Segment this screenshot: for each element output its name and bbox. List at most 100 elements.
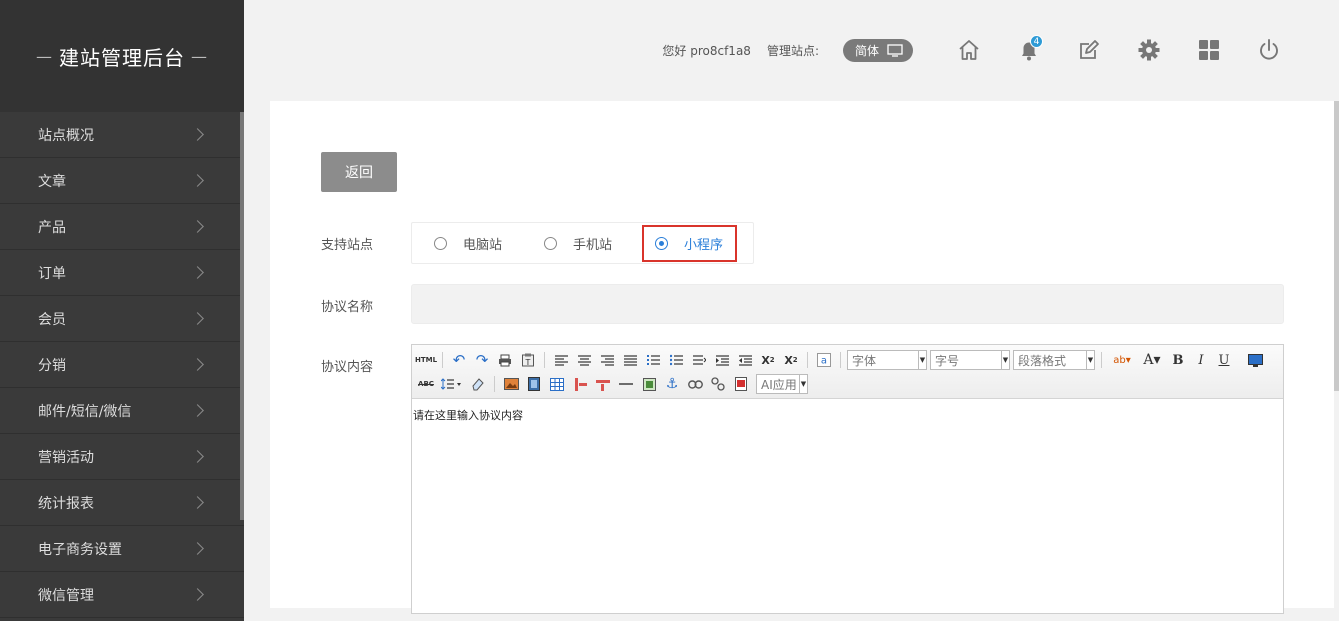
toolbar-separator: [494, 376, 495, 392]
chevron-right-icon: [191, 266, 204, 279]
paragraph-format-select[interactable]: 段落格式 ▼: [1013, 350, 1095, 370]
sidebar-item-overview[interactable]: 站点概况: [0, 112, 244, 158]
notifications-button[interactable]: 4: [999, 30, 1059, 70]
bold-icon[interactable]: B: [1168, 350, 1188, 370]
sidebar-item-label: 营销活动: [38, 449, 94, 466]
undo-icon[interactable]: ↶: [449, 350, 469, 370]
sidebar-item-reports[interactable]: 统计报表: [0, 480, 244, 526]
home-button[interactable]: [939, 30, 999, 70]
brand-text: 建站管理后台: [59, 45, 185, 70]
radio-mini-program[interactable]: 小程序: [642, 224, 738, 262]
anchor-icon[interactable]: ⚓: [662, 374, 682, 394]
agreement-name-label: 协议名称: [321, 300, 374, 315]
toolbar-row-2: ABC ⚓ AI应用 ▼: [416, 372, 1279, 396]
apps-button[interactable]: [1179, 30, 1239, 70]
chevron-right-icon: [191, 588, 204, 601]
ai-app-select[interactable]: AI应用 ▼: [756, 374, 808, 394]
monitor-icon: [887, 43, 903, 57]
radio-label: 电脑站: [463, 237, 503, 253]
combo-label: 段落格式: [1018, 353, 1067, 368]
indent-icon[interactable]: [712, 350, 732, 370]
edit-button[interactable]: [1059, 30, 1119, 70]
sidebar-item-messaging[interactable]: 邮件/短信/微信: [0, 388, 244, 434]
sidebar-item-label: 文章: [38, 173, 66, 190]
link-icon[interactable]: [685, 374, 705, 394]
image-library-icon[interactable]: [639, 374, 659, 394]
toolbar-row-1: HTML ↶ ↷ T X2 X2 a 字体 ▼ 字号 ▼ 段落格式 ▼ ab▾ …: [415, 348, 1279, 372]
unlink-icon[interactable]: [708, 374, 728, 394]
line-height-icon[interactable]: [689, 350, 709, 370]
paste-text-icon[interactable]: T: [518, 350, 538, 370]
align-left-icon[interactable]: [551, 350, 571, 370]
align-center-icon[interactable]: [574, 350, 594, 370]
site-label: 管理站点:: [766, 43, 819, 58]
video-icon[interactable]: [524, 374, 544, 394]
font-size-select[interactable]: 字号 ▼: [930, 350, 1010, 370]
toolbar-separator: [807, 352, 808, 368]
sidebar-item-wechat[interactable]: 微信管理: [0, 572, 244, 618]
highlight-color-icon[interactable]: ab▾: [1108, 350, 1136, 370]
preview-icon[interactable]: [1245, 350, 1265, 370]
unordered-list-icon[interactable]: [666, 350, 686, 370]
logout-button[interactable]: [1239, 30, 1299, 70]
insert-row-icon[interactable]: [570, 374, 590, 394]
table-icon[interactable]: [547, 374, 567, 394]
sidebar-item-orders[interactable]: 订单: [0, 250, 244, 296]
settings-button[interactable]: [1119, 30, 1179, 70]
insert-col-icon[interactable]: [593, 374, 613, 394]
align-justify-icon[interactable]: [620, 350, 640, 370]
font-family-select[interactable]: 字体 ▼: [847, 350, 927, 370]
svg-text:T: T: [525, 358, 531, 367]
subscript-icon[interactable]: X2: [758, 350, 778, 370]
font-color-icon[interactable]: A▾: [1139, 350, 1165, 370]
user-greeting: 您好 pro8cf1a8: [662, 43, 751, 58]
editor-content-area[interactable]: 请在这里输入协议内容: [412, 399, 1283, 431]
toolbar-separator: [442, 352, 443, 368]
redo-icon[interactable]: ↷: [472, 350, 492, 370]
horizontal-rule-icon[interactable]: [616, 374, 636, 394]
chevron-right-icon: [191, 174, 204, 187]
pdf-icon[interactable]: [731, 374, 751, 394]
agreement-name-input[interactable]: [411, 284, 1284, 324]
italic-icon[interactable]: I: [1191, 350, 1211, 370]
site-support-radio-group: 电脑站 手机站 小程序: [411, 222, 754, 264]
print-icon[interactable]: [495, 350, 515, 370]
sidebar-menu: 站点概况 文章 产品 订单 会员 分销 邮件/短信/微信 营销活动 统计报表 电…: [0, 112, 244, 618]
image-icon[interactable]: [501, 374, 521, 394]
sidebar-item-articles[interactable]: 文章: [0, 158, 244, 204]
sidebar-item-label: 微信管理: [38, 587, 94, 604]
radio-mobile-site[interactable]: 手机站: [544, 222, 612, 264]
ordered-list-icon[interactable]: [643, 350, 663, 370]
outdent-icon[interactable]: [735, 350, 755, 370]
html-source-button[interactable]: HTML: [415, 350, 437, 370]
superscript-icon[interactable]: X2: [781, 350, 801, 370]
notification-badge: 4: [1030, 35, 1043, 48]
caret-down-icon: ▼: [1001, 351, 1009, 369]
sidebar-item-marketing[interactable]: 营销活动: [0, 434, 244, 480]
sidebar-scrollbar[interactable]: [240, 112, 244, 520]
radio-pc-site[interactable]: 电脑站: [434, 222, 502, 264]
sidebar-item-label: 电子商务设置: [38, 541, 122, 558]
site-support-label: 支持站点: [321, 238, 374, 253]
sidebar-item-members[interactable]: 会员: [0, 296, 244, 342]
underline-icon[interactable]: U: [1214, 350, 1234, 370]
gear-icon: [1138, 39, 1160, 61]
sidebar-item-ecommerce[interactable]: 电子商务设置: [0, 526, 244, 572]
language-label: 简体: [854, 43, 879, 58]
back-button[interactable]: 返回: [321, 152, 397, 192]
brand-dash-left: —: [36, 46, 53, 66]
sidebar-item-products[interactable]: 产品: [0, 204, 244, 250]
sidebar-item-distribution[interactable]: 分销: [0, 342, 244, 388]
eraser-icon[interactable]: [468, 374, 488, 394]
align-right-icon[interactable]: [597, 350, 617, 370]
rich-text-editor: HTML ↶ ↷ T X2 X2 a 字体 ▼ 字号 ▼ 段落格式 ▼ ab▾ …: [411, 344, 1284, 614]
sidebar: — 建站管理后台 — 站点概况 文章 产品 订单 会员 分销 邮件/短信/微信 …: [0, 0, 244, 621]
language-switch-button[interactable]: 简体: [842, 38, 913, 62]
agreement-content-label: 协议内容: [321, 360, 374, 375]
chevron-right-icon: [191, 450, 204, 463]
row-spacing-icon[interactable]: [439, 374, 465, 394]
strikethrough-button[interactable]: ABC: [416, 374, 436, 394]
page-scrollbar[interactable]: [1334, 101, 1339, 391]
special-char-icon[interactable]: a: [814, 350, 834, 370]
toolbar-separator: [544, 352, 545, 368]
